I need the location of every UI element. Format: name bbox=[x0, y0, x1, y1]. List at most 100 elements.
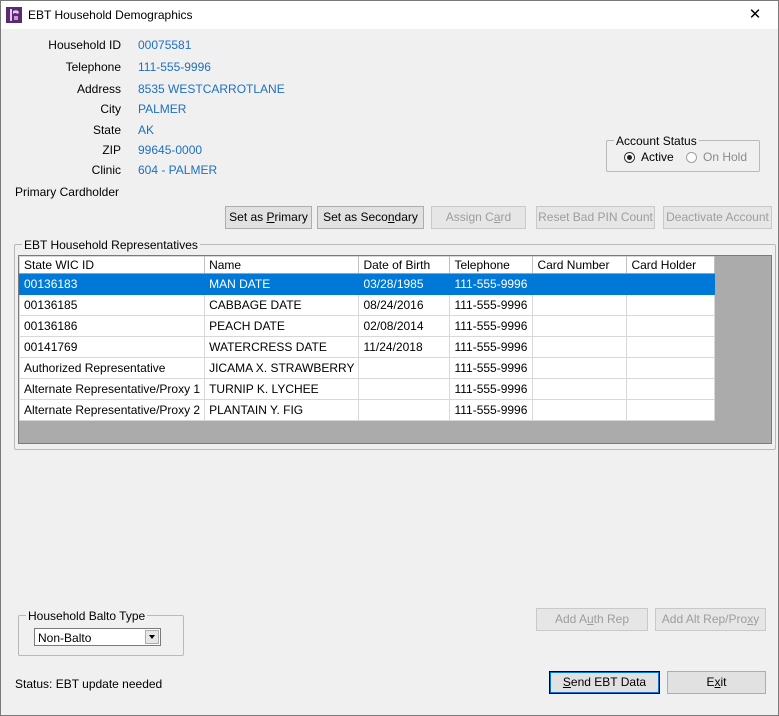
send-ebt-data-button[interactable]: Send EBT Data bbox=[549, 671, 660, 694]
clinic-value: 604 - PALMER bbox=[138, 163, 218, 177]
table-row[interactable]: 00136186 PEACH DATE 02/08/2014 111-555-9… bbox=[19, 315, 716, 337]
cell-telephone: 111-555-9996 bbox=[449, 336, 534, 358]
city-value: PALMER bbox=[138, 102, 187, 116]
representatives-title: EBT Household Representatives bbox=[22, 238, 200, 252]
add-auth-rep-button[interactable]: Add Auth Rep bbox=[536, 608, 648, 631]
chevron-down-icon[interactable] bbox=[145, 630, 159, 644]
table-row[interactable]: Alternate Representative/Proxy 2 PLANTAI… bbox=[19, 399, 716, 421]
table-row[interactable]: Authorized Representative JICAMA X. STRA… bbox=[19, 357, 716, 379]
column-header-card-number[interactable]: Card Number bbox=[532, 256, 628, 274]
assign-card-button[interactable]: Assign Card bbox=[431, 206, 526, 229]
set-as-secondary-button[interactable]: Set as Secondary bbox=[317, 206, 424, 229]
state-label: State bbox=[92, 123, 121, 137]
cell-state-wic-id: Authorized Representative bbox=[19, 357, 206, 379]
table-row[interactable]: 00141769 WATERCRESS DATE 11/24/2018 111-… bbox=[19, 336, 716, 358]
table-row[interactable]: 00136185 CABBAGE DATE 08/24/2016 111-555… bbox=[19, 294, 716, 316]
representatives-table: State WIC ID Name Date of Birth Telephon… bbox=[19, 256, 716, 421]
column-header-date-of-birth[interactable]: Date of Birth bbox=[358, 256, 451, 274]
cell-telephone: 111-555-9996 bbox=[449, 378, 534, 400]
household-id-label: Household ID bbox=[48, 38, 121, 52]
cell-date-of-birth bbox=[358, 399, 451, 421]
representatives-grid[interactable]: State WIC ID Name Date of Birth Telephon… bbox=[18, 255, 772, 444]
cell-telephone: 111-555-9996 bbox=[449, 273, 534, 295]
cell-card-holder bbox=[626, 378, 716, 400]
cell-telephone: 111-555-9996 bbox=[449, 294, 534, 316]
exit-button[interactable]: Exit bbox=[667, 671, 766, 694]
title-bar: EBT Household Demographics ✕ bbox=[1, 1, 778, 29]
column-header-card-holder[interactable]: Card Holder bbox=[626, 256, 716, 274]
cell-name: WATERCRESS DATE bbox=[204, 336, 360, 358]
balto-type-select[interactable]: Non-Balto bbox=[34, 628, 161, 646]
balto-type-title: Household Balto Type bbox=[26, 609, 148, 623]
cell-telephone: 111-555-9996 bbox=[449, 315, 534, 337]
cell-card-number bbox=[532, 315, 628, 337]
cell-state-wic-id: 00136183 bbox=[19, 273, 206, 295]
cell-card-holder bbox=[626, 336, 716, 358]
cell-card-holder bbox=[626, 294, 716, 316]
city-label: City bbox=[100, 102, 121, 116]
cell-name: JICAMA X. STRAWBERRY bbox=[204, 357, 360, 379]
status-on-hold-label: On Hold bbox=[703, 150, 748, 164]
radio-checked-icon bbox=[624, 151, 635, 163]
cell-name: MAN DATE bbox=[204, 273, 360, 295]
telephone-label: Telephone bbox=[65, 60, 121, 74]
account-status-title: Account Status bbox=[614, 134, 699, 148]
add-alt-rep-proxy-button[interactable]: Add Alt Rep/Proxy bbox=[655, 608, 766, 631]
close-button[interactable]: ✕ bbox=[732, 1, 778, 29]
address-value: 8535 WESTCARROTLANE bbox=[138, 82, 285, 96]
cell-name: PLANTAIN Y. FIG bbox=[204, 399, 360, 421]
close-icon: ✕ bbox=[748, 6, 762, 23]
address-label: Address bbox=[76, 82, 121, 96]
cell-card-number bbox=[532, 294, 628, 316]
cell-name: CABBAGE DATE bbox=[204, 294, 360, 316]
column-header-state-wic-id[interactable]: State WIC ID bbox=[19, 256, 206, 274]
cell-state-wic-id: 00136185 bbox=[19, 294, 206, 316]
cell-date-of-birth: 11/24/2018 bbox=[358, 336, 451, 358]
table-row[interactable]: Alternate Representative/Proxy 1 TURNIP … bbox=[19, 378, 716, 400]
window-title: EBT Household Demographics bbox=[28, 8, 193, 22]
zip-label: ZIP bbox=[102, 143, 121, 157]
status-on-hold-radio[interactable]: On Hold bbox=[686, 150, 747, 164]
status-text: Status: EBT update needed bbox=[15, 677, 163, 691]
cell-card-number bbox=[532, 378, 628, 400]
cell-card-holder bbox=[626, 315, 716, 337]
reset-bad-pin-count-button[interactable]: Reset Bad PIN Count bbox=[536, 206, 655, 229]
app-icon bbox=[6, 7, 22, 23]
clinic-label: Clinic bbox=[91, 163, 121, 177]
cell-date-of-birth: 02/08/2014 bbox=[358, 315, 451, 337]
cell-state-wic-id: Alternate Representative/Proxy 2 bbox=[19, 399, 206, 421]
set-as-primary-button[interactable]: Set as Primary bbox=[225, 206, 312, 229]
cell-card-holder bbox=[626, 273, 716, 295]
ebt-household-demographics-window: EBT Household Demographics ✕ Household I… bbox=[0, 0, 779, 716]
cell-state-wic-id: 00136186 bbox=[19, 315, 206, 337]
telephone-value: 111-555-9996 bbox=[138, 60, 211, 74]
cell-name: PEACH DATE bbox=[204, 315, 360, 337]
balto-type-selected: Non-Balto bbox=[38, 631, 92, 645]
cell-card-number bbox=[532, 273, 628, 295]
cell-card-number bbox=[532, 399, 628, 421]
cell-date-of-birth: 03/28/1985 bbox=[358, 273, 451, 295]
table-row[interactable]: 00136183 MAN DATE 03/28/1985 111-555-999… bbox=[19, 273, 716, 295]
cell-card-holder bbox=[626, 399, 716, 421]
status-active-label: Active bbox=[641, 150, 674, 164]
column-header-telephone[interactable]: Telephone bbox=[449, 256, 534, 274]
deactivate-account-button[interactable]: Deactivate Account bbox=[663, 206, 772, 229]
zip-value: 99645-0000 bbox=[138, 143, 203, 157]
cell-date-of-birth bbox=[358, 357, 451, 379]
cell-date-of-birth bbox=[358, 378, 451, 400]
cell-date-of-birth: 08/24/2016 bbox=[358, 294, 451, 316]
primary-cardholder-label: Primary Cardholder bbox=[14, 185, 119, 199]
household-id-value: 00075581 bbox=[138, 38, 192, 52]
state-value: AK bbox=[138, 123, 155, 137]
status-active-radio[interactable]: Active bbox=[624, 150, 674, 164]
cell-state-wic-id: 00141769 bbox=[19, 336, 206, 358]
cell-telephone: 111-555-9996 bbox=[449, 357, 534, 379]
cell-name: TURNIP K. LYCHEE bbox=[204, 378, 360, 400]
cell-state-wic-id: Alternate Representative/Proxy 1 bbox=[19, 378, 206, 400]
cell-card-holder bbox=[626, 357, 716, 379]
radio-unchecked-icon bbox=[686, 151, 697, 163]
cell-telephone: 111-555-9996 bbox=[449, 399, 534, 421]
cell-card-number bbox=[532, 357, 628, 379]
table-header-row: State WIC ID Name Date of Birth Telephon… bbox=[19, 256, 716, 274]
column-header-name[interactable]: Name bbox=[204, 256, 360, 274]
